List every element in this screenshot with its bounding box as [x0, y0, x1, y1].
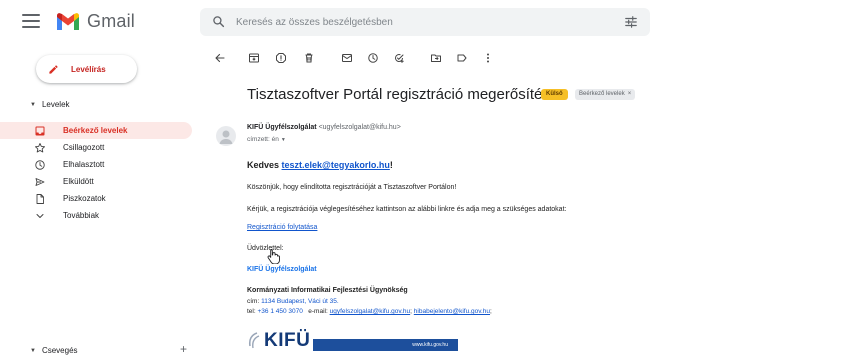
search-options-icon[interactable] — [624, 15, 638, 29]
sidebar-item-starred[interactable]: Csillagozott — [0, 139, 192, 156]
caret-down-icon: ▼ — [30, 101, 36, 108]
support-email-link[interactable]: ugyfelszolgalat@kifu.gov.hu — [330, 308, 411, 315]
new-chat-button[interactable]: + — [180, 343, 187, 355]
sidebar-item-label: Csillagozott — [63, 143, 105, 152]
sender-line: KIFÜ Ügyfélszolgálat <ugyfelszolgalat@ki… — [247, 124, 401, 131]
add-task-icon — [395, 54, 404, 63]
kifu-emblem-icon — [248, 332, 260, 349]
draft-icon — [36, 194, 44, 204]
greeting-suffix: ! — [389, 160, 393, 170]
contact-line: tel: +36 1 450 3070 e-mail: ugyfelszolga… — [247, 308, 492, 315]
address-label: cím: — [247, 298, 260, 305]
chat-section-title: Csevegés — [41, 346, 78, 355]
address-line: cím: 1134 Budapest, Váci út 35. — [247, 298, 339, 305]
continue-registration-link[interactable]: Regisztráció folytatása — [247, 224, 317, 231]
bugreport-email-link[interactable]: hibabejelento@kifu.gov.hu — [414, 308, 490, 315]
search-input[interactable] — [236, 12, 596, 32]
signature-team: KIFÜ Ügyfélszolgálat — [247, 266, 317, 273]
external-badge: Külső — [541, 89, 568, 100]
move-to-icon — [431, 54, 441, 62]
add-task-button[interactable] — [393, 52, 407, 66]
chat-section-header[interactable]: ▼ Csevegés — [30, 346, 78, 355]
report-spam-button[interactable] — [275, 52, 289, 66]
label-button[interactable] — [456, 52, 470, 66]
sender-avatar[interactable] — [216, 126, 236, 146]
email-subject: Tisztaszoftver Portál regisztráció meger… — [247, 86, 559, 103]
compose-label: Levélírás — [71, 64, 106, 74]
more-options-button[interactable] — [482, 52, 496, 66]
mail-section-header[interactable]: ▼ Levelek — [30, 100, 70, 109]
clock-icon — [35, 160, 45, 170]
sidebar-item-more[interactable]: Továbbiak — [0, 207, 192, 224]
recipient-prefix: címzett: — [247, 136, 270, 143]
address-value: 1134 Budapest, Váci út 35. — [261, 298, 339, 305]
greeting-email-link[interactable]: teszt.elek@tegyakorlo.hu — [282, 160, 390, 170]
phone-value[interactable]: +36 1 450 3070 — [257, 308, 302, 315]
back-arrow-icon — [215, 53, 225, 63]
sidebar-nav: Beérkező levelek Csillagozott Elhalaszto… — [0, 122, 200, 224]
message-toolbar — [210, 50, 510, 70]
search-icon[interactable] — [212, 15, 225, 28]
move-to-button[interactable] — [430, 52, 444, 66]
email-label: e-mail: — [308, 308, 328, 315]
sender-name[interactable]: KIFÜ Ügyfélszolgálat — [247, 124, 317, 131]
more-icon — [487, 53, 489, 63]
kifu-banner-url: www.kifu.gov.hu — [412, 342, 448, 348]
inbox-label-text: Beérkező levelek — [579, 91, 625, 97]
sidebar-item-drafts[interactable]: Piszkozatok — [0, 190, 192, 207]
label-icon — [457, 54, 467, 62]
archive-icon — [249, 53, 259, 63]
kifu-banner[interactable]: www.kifu.gov.hu — [313, 339, 458, 351]
caret-down-icon[interactable]: ▼ — [281, 137, 286, 143]
mail-section-title: Levelek — [41, 100, 70, 109]
kifu-logo: KIFÜ — [247, 330, 310, 352]
compose-button[interactable]: Levélírás — [36, 55, 137, 83]
delete-button[interactable] — [303, 52, 317, 66]
top-bar: Gmail — [0, 0, 856, 44]
snooze-icon — [368, 53, 378, 63]
email-end: ; — [490, 308, 492, 315]
kifu-logo-text: KIFÜ — [264, 330, 311, 351]
email-greeting: Kedves teszt.elek@tegyakorlo.hu! — [247, 160, 393, 170]
mark-unread-icon — [342, 54, 352, 62]
mark-unread-button[interactable] — [341, 52, 355, 66]
pencil-icon — [49, 64, 58, 74]
gmail-logo[interactable]: Gmail — [55, 11, 135, 32]
star-icon — [35, 143, 45, 153]
recipient-name: én — [271, 136, 279, 143]
recipient-line[interactable]: címzett: én ▼ — [247, 136, 286, 143]
sidebar-item-label: Elhalasztott — [63, 160, 105, 169]
sidebar-item-sent[interactable]: Elküldött — [0, 173, 192, 190]
caret-down-icon: ▼ — [30, 347, 36, 354]
phone-label: tel: — [247, 308, 256, 315]
sidebar-item-label: Elküldött — [63, 177, 94, 186]
sidebar-item-label: Piszkozatok — [63, 194, 106, 203]
search-bar[interactable] — [200, 8, 650, 36]
thank-you-text: Köszönjük, hogy elindította regisztráció… — [247, 184, 457, 191]
snooze-button[interactable] — [367, 52, 381, 66]
organization-name: Kormányzati Informatikai Fejlesztési Ügy… — [247, 287, 408, 294]
inbox-icon — [35, 126, 45, 136]
send-icon — [35, 178, 45, 186]
back-button[interactable] — [214, 52, 228, 66]
greeting-prefix: Kedves — [247, 160, 282, 170]
sender-email: <ugyfelszolgalat@kifu.hu> — [318, 124, 401, 131]
gmail-m-icon — [57, 12, 79, 30]
hand-cursor-icon — [267, 249, 280, 264]
sidebar-item-label: Továbbiak — [63, 211, 100, 220]
email-separator: ; — [410, 308, 412, 315]
instruction-text: Kérjük, a regisztrációja véglegesítéséhe… — [247, 206, 567, 213]
delete-icon — [305, 53, 313, 63]
archive-button[interactable] — [248, 52, 262, 66]
sidebar-item-label: Beérkező levelek — [63, 126, 128, 135]
gmail-wordmark: Gmail — [87, 11, 136, 31]
sidebar-item-inbox[interactable]: Beérkező levelek — [0, 122, 192, 139]
inbox-label-chip[interactable]: Beérkező levelek × — [575, 89, 636, 100]
person-icon — [219, 130, 233, 144]
sidebar-item-snoozed[interactable]: Elhalasztott — [0, 156, 192, 173]
chevron-down-icon — [36, 214, 44, 218]
remove-label-icon[interactable]: × — [628, 91, 632, 97]
main-menu-icon[interactable] — [22, 14, 40, 28]
report-spam-icon — [276, 53, 286, 63]
